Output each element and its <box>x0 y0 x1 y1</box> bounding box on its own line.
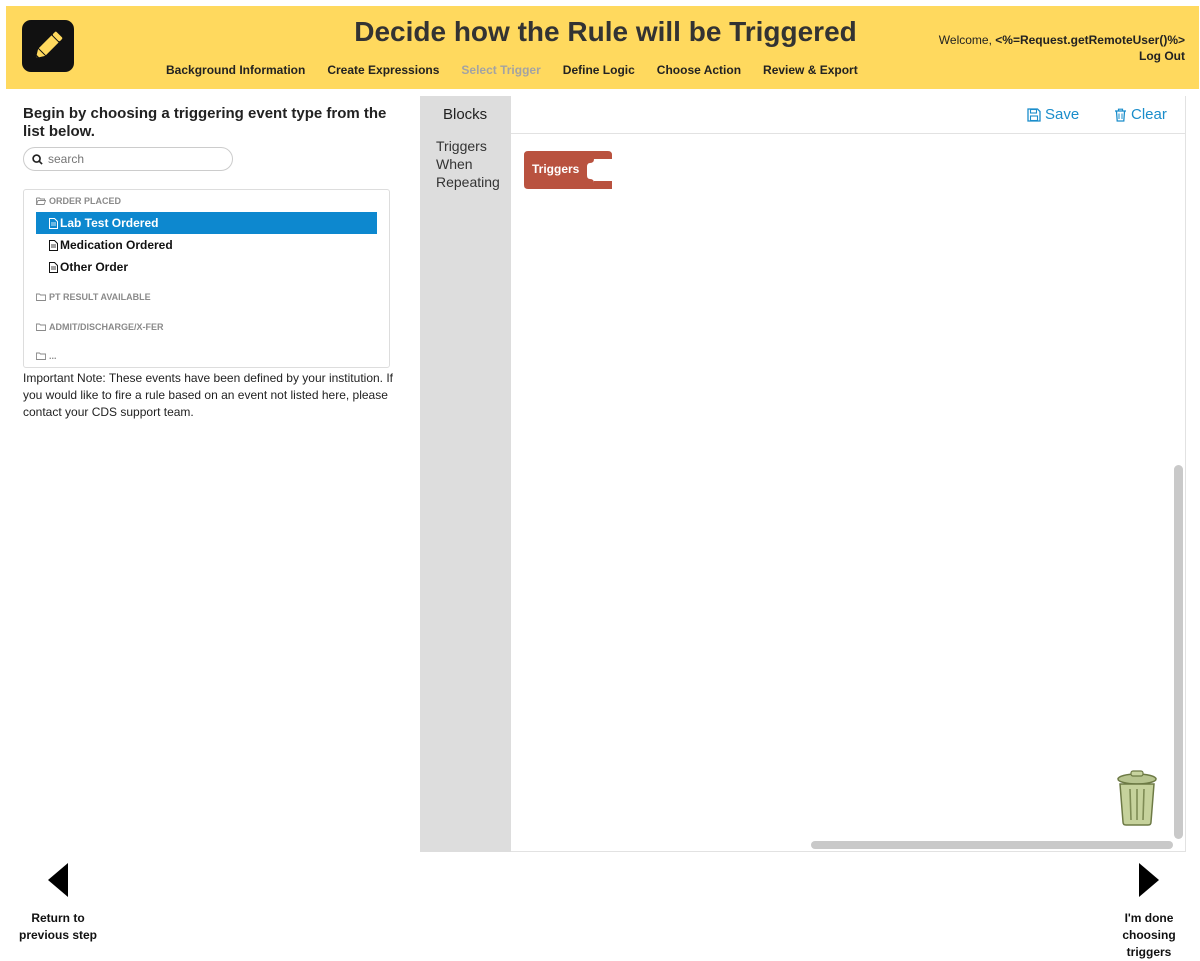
welcome-text: Welcome, <%=Request.getRemoteUser()%> <box>939 33 1185 47</box>
nav-choose-action[interactable]: Choose Action <box>657 63 741 77</box>
trash-icon <box>1115 108 1126 122</box>
file-icon <box>49 261 58 273</box>
folder-icon <box>36 293 46 301</box>
event-tree: ORDER PLACED Lab Test Ordered Medication… <box>23 189 390 368</box>
important-note: Important Note: These events have been d… <box>23 371 394 419</box>
tree-group-label: PT RESULT AVAILABLE <box>49 292 151 302</box>
tree-group-label: ADMIT/DISCHARGE/X-FER <box>49 322 164 332</box>
tree-group-admit-discharge-xfer[interactable]: ADMIT/DISCHARGE/X-FER <box>36 322 164 332</box>
save-button[interactable]: Save <box>1027 106 1079 123</box>
tree-group-pt-result-available[interactable]: PT RESULT AVAILABLE <box>36 292 151 302</box>
workspace-divider <box>511 133 1186 134</box>
file-icon <box>49 217 58 229</box>
tree-item-lab-test-ordered[interactable]: Lab Test Ordered <box>36 212 377 234</box>
folder-open-icon <box>36 197 46 205</box>
tree-item-label: Medication Ordered <box>60 238 173 252</box>
file-icon <box>49 239 58 251</box>
clear-button[interactable]: Clear <box>1114 106 1167 123</box>
tree-item-other-order[interactable]: Other Order <box>36 256 377 278</box>
tree-group-more[interactable]: ... <box>36 351 57 361</box>
tree-item-medication-ordered[interactable]: Medication Ordered <box>36 234 377 256</box>
search-input[interactable] <box>48 152 218 166</box>
nav-review-export[interactable]: Review & Export <box>763 63 858 77</box>
nav-create-expressions[interactable]: Create Expressions <box>327 63 439 77</box>
category-repeating[interactable]: Repeating <box>436 174 500 190</box>
logout-link[interactable]: Log Out <box>1139 49 1185 63</box>
tree-group-order-placed[interactable]: ORDER PLACED <box>36 196 121 206</box>
tree-item-label: Lab Test Ordered <box>60 216 159 230</box>
blocks-toolbox: Blocks Triggers When Repeating <box>420 96 511 852</box>
tree-item-label: Other Order <box>60 260 129 274</box>
triggers-block-label: Triggers <box>532 162 580 176</box>
search-icon <box>32 153 43 165</box>
welcome-prefix: Welcome, <box>938 33 992 47</box>
previous-step-link[interactable]: Return to previous step <box>18 910 98 944</box>
next-step-link[interactable]: I'm done choosing triggers <box>1110 910 1188 961</box>
nav-define-logic[interactable]: Define Logic <box>563 63 635 77</box>
horizontal-scrollbar[interactable] <box>811 841 1173 849</box>
save-label: Save <box>1045 106 1080 123</box>
save-icon <box>1027 107 1041 122</box>
header-bar: Decide how the Rule will be Triggered Ba… <box>6 6 1199 89</box>
workspace-trash-icon[interactable] <box>1115 770 1159 831</box>
folder-icon <box>36 323 46 331</box>
category-triggers[interactable]: Triggers <box>436 138 487 154</box>
instructions-heading: Begin by choosing a triggering event typ… <box>23 105 387 140</box>
folder-icon <box>36 352 46 360</box>
wizard-nav: Background Information Create Expression… <box>166 63 880 77</box>
triggers-block[interactable]: Triggers <box>524 151 614 196</box>
previous-step-arrow-icon[interactable] <box>48 863 68 902</box>
nav-select-trigger: Select Trigger <box>461 63 541 77</box>
search-field[interactable] <box>23 147 233 171</box>
clear-label: Clear <box>1131 106 1167 123</box>
blocks-title: Blocks <box>443 106 488 123</box>
block-workspace[interactable] <box>511 96 1186 852</box>
tree-group-label: ... <box>49 351 57 361</box>
nav-background-information[interactable]: Background Information <box>166 63 305 77</box>
tree-group-label: ORDER PLACED <box>49 196 122 206</box>
welcome-user: <%=Request.getRemoteUser()%> <box>995 33 1185 47</box>
vertical-scrollbar[interactable] <box>1174 465 1183 839</box>
category-when[interactable]: When <box>436 156 473 172</box>
next-step-arrow-icon[interactable] <box>1139 863 1159 902</box>
